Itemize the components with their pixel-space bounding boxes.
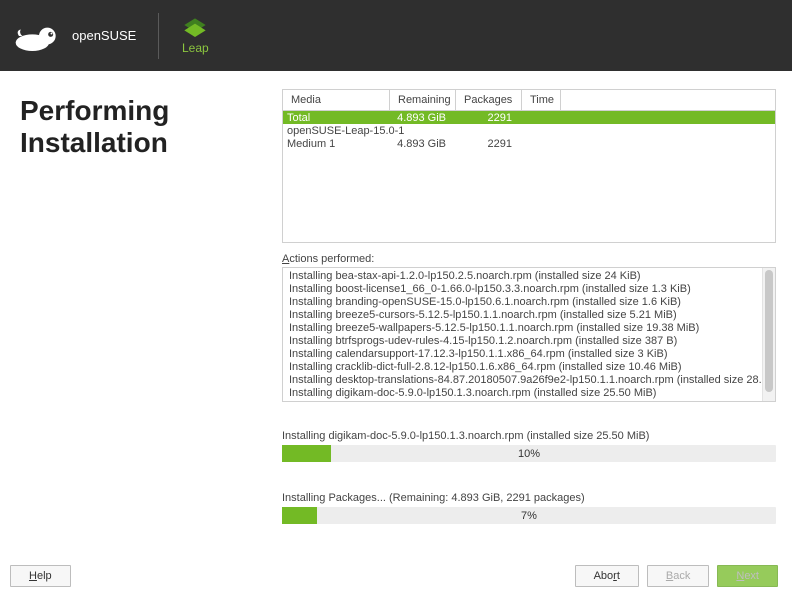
- back-button: Back: [647, 565, 709, 587]
- actions-performed-label: Actions performed:: [282, 253, 776, 265]
- media-table-header: Media Remaining Packages Time: [283, 90, 775, 111]
- current-package-progress: 10%: [282, 445, 776, 462]
- scrollbar[interactable]: [762, 268, 775, 401]
- log-line: Installing boost-license1_66_0-1.66.0-lp…: [289, 283, 769, 296]
- col-blank: [561, 90, 775, 110]
- current-package-label: Installing digikam-doc-5.9.0-lp150.1.3.n…: [282, 430, 776, 442]
- page-title: Performing Installation: [20, 95, 282, 159]
- overall-progress: 7%: [282, 507, 776, 524]
- table-row[interactable]: openSUSE-Leap-15.0-1: [283, 124, 775, 137]
- opensuse-logo: openSUSE: [14, 18, 136, 54]
- col-packages[interactable]: Packages: [456, 90, 522, 110]
- log-line: Installing btrfsprogs-udev-rules-4.15-lp…: [289, 335, 769, 348]
- media-table-body: Total4.893 GiB2291openSUSE-Leap-15.0-1Me…: [283, 111, 775, 242]
- footer-bar: Help Abort Back Next: [0, 560, 792, 592]
- top-bar: openSUSE Leap: [0, 0, 792, 71]
- table-row[interactable]: Medium 14.893 GiB2291: [283, 137, 775, 150]
- scrollbar-thumb[interactable]: [765, 270, 773, 392]
- geeko-icon: [14, 18, 64, 54]
- col-time[interactable]: Time: [522, 90, 561, 110]
- actions-log[interactable]: Installing bea-stax-api-1.2.0-lp150.2.5.…: [282, 267, 776, 402]
- log-line: Installing branding-openSUSE-15.0-lp150.…: [289, 296, 769, 309]
- sidebar: Performing Installation: [0, 71, 282, 560]
- log-line: Installing breeze5-cursors-5.12.5-lp150.…: [289, 309, 769, 322]
- progress-percent: 7%: [282, 507, 776, 524]
- log-line: Installing cracklib-dict-full-2.8.12-lp1…: [289, 361, 769, 374]
- log-line: Installing breeze5-wallpapers-5.12.5-lp1…: [289, 322, 769, 335]
- next-button: Next: [717, 565, 778, 587]
- overall-label: Installing Packages... (Remaining: 4.893…: [282, 492, 776, 504]
- opensuse-label: openSUSE: [72, 28, 136, 43]
- table-row[interactable]: Total4.893 GiB2291: [283, 111, 775, 124]
- leap-logo: Leap: [181, 17, 209, 55]
- progress-percent: 10%: [282, 445, 776, 462]
- main-panel: Media Remaining Packages Time Total4.893…: [282, 71, 792, 560]
- media-table: Media Remaining Packages Time Total4.893…: [282, 89, 776, 243]
- divider: [158, 13, 159, 59]
- col-media[interactable]: Media: [283, 90, 390, 110]
- log-line: Installing digikam-doc-5.9.0-lp150.1.3.n…: [289, 387, 769, 400]
- leap-label: Leap: [182, 41, 209, 55]
- help-button[interactable]: Help: [10, 565, 71, 587]
- log-line: Installing bea-stax-api-1.2.0-lp150.2.5.…: [289, 270, 769, 283]
- col-remaining[interactable]: Remaining: [390, 90, 456, 110]
- log-line: Installing desktop-translations-84.87.20…: [289, 374, 769, 387]
- log-line: Installing calendarsupport-17.12.3-lp150…: [289, 348, 769, 361]
- abort-button[interactable]: Abort: [575, 565, 639, 587]
- leap-icon: [181, 17, 209, 37]
